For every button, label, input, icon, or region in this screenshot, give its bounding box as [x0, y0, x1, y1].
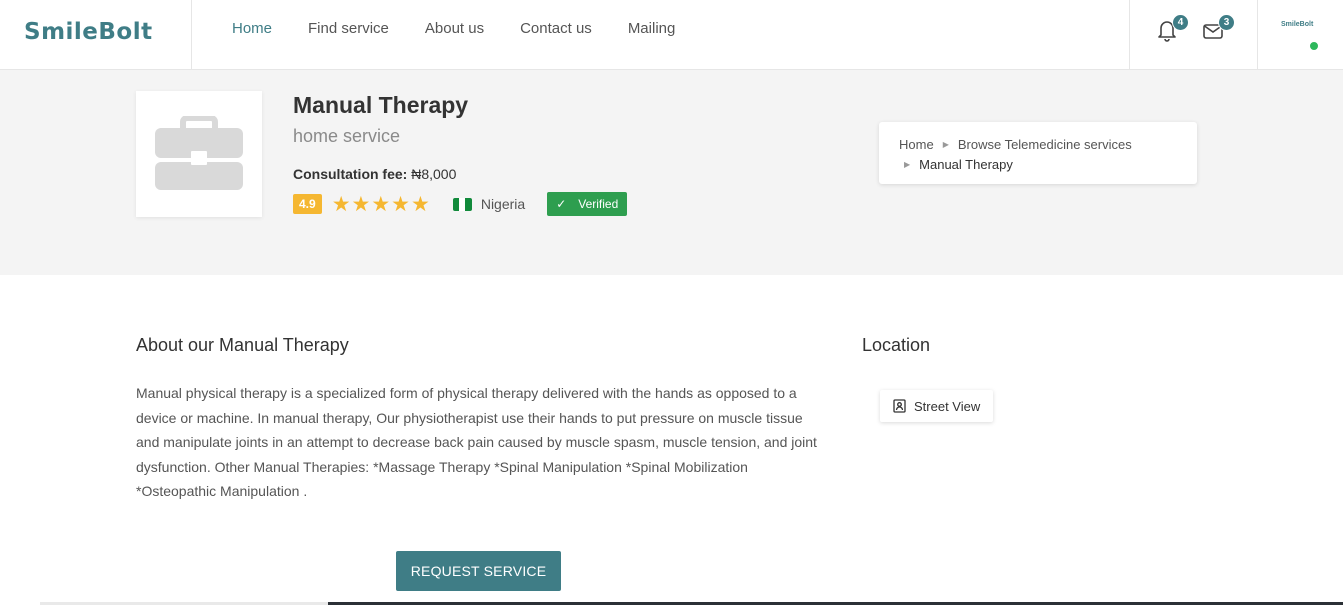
briefcase-icon [155, 116, 243, 190]
service-header: Manual Therapy home service Consultation… [0, 70, 1343, 275]
street-view-icon [893, 399, 906, 413]
street-view-label: Street View [914, 398, 981, 414]
rating-stars: ★ ★ ★ ★ ★ [332, 194, 431, 215]
breadcrumb: Home ▶ Browse Telemedicine services ▶ Ma… [879, 122, 1197, 184]
location-title: Location [862, 335, 931, 355]
messages-badge: 3 [1218, 14, 1235, 31]
avatar-logo-text: SmileBolt [1281, 21, 1314, 28]
nav-item-contact-us[interactable]: Contact us [520, 20, 592, 37]
verified-badge: ✓ Verified [547, 192, 628, 216]
verified-label: Verified [578, 197, 619, 211]
top-navbar: SmileBolt Home Find service About us Con… [0, 0, 1343, 70]
user-avatar[interactable]: SmileBolt [1278, 14, 1328, 54]
breadcrumb-home[interactable]: Home [899, 137, 934, 152]
notifications-button[interactable]: 4 [1156, 14, 1189, 42]
rating-badge: 4.9 [293, 194, 322, 214]
online-status-dot [1309, 41, 1319, 51]
nav-divider [191, 0, 192, 70]
nav-item-about-us[interactable]: About us [425, 20, 484, 37]
nigeria-flag-icon [452, 197, 472, 211]
consultation-fee: Consultation fee: ₦8,000 [293, 166, 456, 182]
country: Nigeria [452, 196, 526, 212]
nav-divider [1129, 0, 1130, 70]
smilebolt-logo[interactable]: SmileBolt [24, 14, 164, 54]
star-icon: ★ [411, 192, 430, 216]
messages-button[interactable]: 3 [1202, 14, 1235, 42]
check-icon: ✓ [556, 197, 567, 211]
about-title: About our Manual Therapy [136, 335, 349, 355]
request-service-button[interactable]: REQUEST SERVICE [396, 551, 561, 591]
country-name: Nigeria [480, 196, 526, 212]
main-nav: Home Find service About us Contact us Ma… [232, 0, 711, 56]
star-icon: ★ [371, 192, 391, 216]
fee-value: ₦8,000 [407, 166, 457, 182]
star-icon: ★ [391, 192, 410, 216]
rating-row: 4.9 ★ ★ ★ ★ ★ Nigeria ✓ Verified [293, 192, 628, 216]
star-icon: ★ [331, 192, 351, 216]
breadcrumb-current: Manual Therapy [919, 156, 1013, 172]
service-subtitle: home service [293, 126, 401, 146]
caret-right-icon: ▶ [942, 139, 949, 149]
breadcrumb-section[interactable]: Browse Telemedicine services [958, 137, 1132, 152]
nav-divider [1257, 0, 1258, 70]
star-icon: ★ [351, 192, 371, 216]
logo-text: SmileBolt [24, 19, 153, 45]
service-title: Manual Therapy [293, 92, 469, 118]
nav-item-home[interactable]: Home [232, 20, 272, 37]
caret-right-icon: ▶ [904, 159, 911, 169]
service-image [136, 91, 262, 217]
street-view-button[interactable]: Street View [880, 390, 993, 422]
about-description: Manual physical therapy is a specialized… [136, 385, 817, 499]
notifications-badge: 4 [1172, 14, 1189, 31]
fee-label: Consultation fee: [293, 166, 408, 182]
nav-item-find-service[interactable]: Find service [308, 20, 389, 37]
nav-item-mailing[interactable]: Mailing [628, 20, 676, 37]
